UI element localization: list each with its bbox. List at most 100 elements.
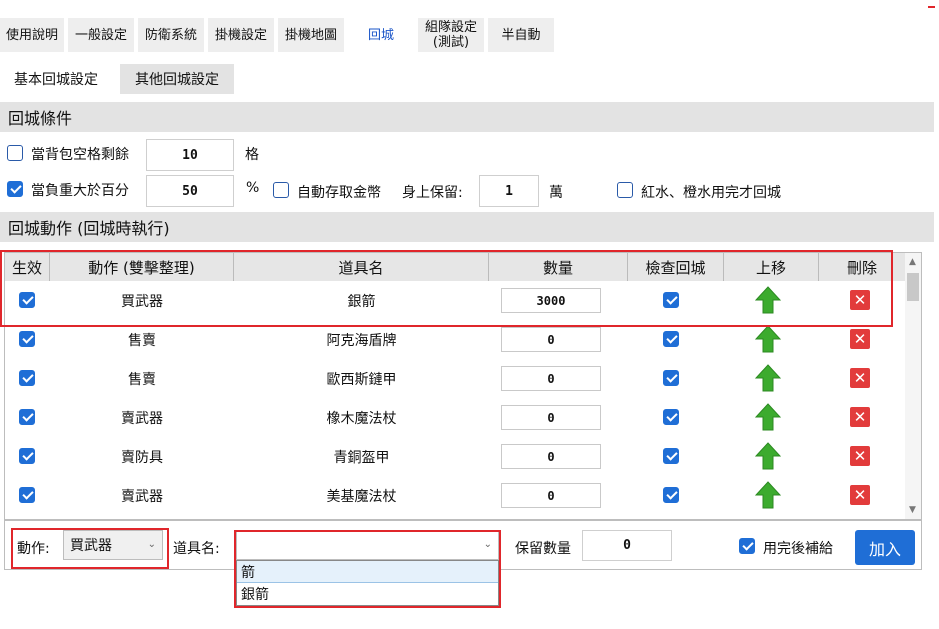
arrow-up-icon[interactable] — [755, 325, 781, 353]
row-action: 售賣 — [128, 332, 156, 349]
action-select[interactable]: 買武器 ⌄ — [63, 530, 163, 560]
delete-icon[interactable]: ✕ — [850, 446, 870, 466]
bag-input[interactable]: 10 — [146, 139, 234, 171]
add-button[interactable]: 加入 — [855, 530, 915, 565]
arrow-up-icon[interactable] — [755, 442, 781, 470]
row-enabled-checkbox[interactable] — [19, 448, 35, 464]
auto-gold-label: 自動存取金幣 — [297, 185, 381, 201]
row-check-return-checkbox[interactable] — [663, 409, 679, 425]
row-item: 橡木魔法杖 — [326, 410, 397, 427]
row-item: 銀箭 — [347, 293, 376, 310]
item-label: 道具名: — [173, 541, 220, 557]
weight-unit: % — [246, 180, 260, 196]
row-enabled-checkbox[interactable] — [19, 370, 35, 386]
delete-icon[interactable]: ✕ — [850, 290, 870, 310]
actions-table: 生效 動作 (雙擊整理) 道具名 數量 檢查回城 上移 刪除 買武器 銀箭 3000… — [4, 252, 922, 520]
row-enabled-checkbox[interactable] — [19, 487, 35, 503]
table-row[interactable]: 售賣 阿克海盾牌 0 ✕ — [5, 320, 905, 359]
tab-help[interactable]: 使用說明 — [0, 18, 64, 52]
arrow-up-icon[interactable] — [755, 481, 781, 509]
auto-gold-checkbox[interactable] — [273, 182, 289, 198]
col-delete: 刪除 — [846, 258, 877, 277]
tab-return-town[interactable]: 回城 — [348, 18, 414, 52]
col-item: 道具名 — [234, 253, 489, 281]
row-check-return-checkbox[interactable] — [663, 370, 679, 386]
scroll-up-icon[interactable]: ▲ — [909, 257, 916, 267]
row-check-return-checkbox[interactable] — [663, 487, 679, 503]
table-scrollbar[interactable]: ▲ ▼ — [905, 253, 921, 519]
chevron-down-icon: ⌄ — [147, 539, 156, 550]
bag-checkbox[interactable] — [7, 145, 23, 161]
actions-header: 回城動作 (回城時執行) — [0, 212, 934, 242]
tab-general[interactable]: 一般設定 — [68, 18, 134, 52]
arrow-up-icon[interactable] — [755, 403, 781, 431]
table-row[interactable]: 賣防具 青銅盔甲 0 ✕ — [5, 437, 905, 476]
delete-icon[interactable]: ✕ — [850, 368, 870, 388]
scroll-thumb[interactable] — [907, 273, 919, 301]
potion-checkbox[interactable] — [617, 182, 633, 198]
row-item: 阿克海盾牌 — [326, 332, 397, 349]
chevron-down-icon: ⌄ — [483, 539, 492, 550]
item-dropdown-list: 箭 銀箭 — [236, 560, 499, 606]
bag-unit: 格 — [245, 147, 259, 163]
row-check-return-checkbox[interactable] — [663, 292, 679, 308]
bag-label: 當背包空格剩餘 — [31, 147, 129, 163]
table-row[interactable]: 賣武器 橡木魔法杖 0 ✕ — [5, 398, 905, 437]
dropdown-option[interactable]: 銀箭 — [237, 583, 498, 605]
arrow-up-icon[interactable] — [755, 364, 781, 392]
item-select[interactable]: ⌄ — [236, 530, 499, 560]
weight-input[interactable]: 50 — [146, 175, 234, 207]
row-check-return-checkbox[interactable] — [663, 331, 679, 347]
col-action[interactable]: 動作 (雙擊整理) — [50, 253, 234, 281]
row-action: 賣武器 — [121, 488, 163, 505]
table-header: 生效 動作 (雙擊整理) 道具名 數量 檢查回城 上移 刪除 — [5, 253, 905, 281]
delete-icon[interactable]: ✕ — [850, 329, 870, 349]
tab-semi-auto[interactable]: 半自動 — [488, 18, 554, 52]
row-item: 青銅盔甲 — [333, 449, 390, 466]
subtab-other[interactable]: 其他回城設定 — [120, 64, 234, 94]
row-qty-input[interactable]: 3000 — [501, 288, 601, 313]
weight-label: 當負重大於百分 — [31, 183, 129, 199]
keep-label: 身上保留: — [402, 185, 463, 201]
close-mark — [928, 6, 935, 8]
row-enabled-checkbox[interactable] — [19, 331, 35, 347]
subtab-basic[interactable]: 基本回城設定 — [0, 64, 112, 94]
row-item: 歐西斯鏈甲 — [326, 371, 397, 388]
row-enabled-checkbox[interactable] — [19, 292, 35, 308]
row-qty-input[interactable]: 0 — [501, 327, 601, 352]
tab-afk-settings[interactable]: 掛機設定 — [208, 18, 274, 52]
table-row[interactable]: 買武器 銀箭 3000 ✕ — [5, 281, 905, 320]
table-row[interactable]: 售賣 歐西斯鏈甲 0 ✕ — [5, 359, 905, 398]
weight-checkbox[interactable] — [7, 181, 23, 197]
row-check-return-checkbox[interactable] — [663, 448, 679, 464]
delete-icon[interactable]: ✕ — [850, 407, 870, 427]
action-label: 動作: — [17, 541, 50, 557]
row-action: 買武器 — [121, 293, 163, 310]
scroll-down-icon[interactable]: ▼ — [909, 505, 916, 515]
row-qty-input[interactable]: 0 — [501, 366, 601, 391]
col-move-up: 上移 — [724, 253, 819, 281]
refill-checkbox[interactable] — [739, 538, 755, 554]
keep-input[interactable]: 1 — [479, 175, 539, 207]
dropdown-option[interactable]: 箭 — [237, 561, 498, 583]
tab-defense[interactable]: 防衛系統 — [138, 18, 204, 52]
row-action: 賣防具 — [121, 449, 163, 466]
keep-qty-input[interactable]: 0 — [582, 530, 672, 561]
tab-afk-map[interactable]: 掛機地圖 — [278, 18, 344, 52]
col-check-return: 檢查回城 — [628, 253, 724, 281]
keep-qty-label: 保留數量 — [515, 541, 571, 557]
row-qty-input[interactable]: 0 — [501, 444, 601, 469]
row-qty-input[interactable]: 0 — [501, 405, 601, 430]
action-select-value: 買武器 — [70, 538, 112, 554]
row-enabled-checkbox[interactable] — [19, 409, 35, 425]
refill-label: 用完後補給 — [763, 541, 833, 557]
arrow-up-icon[interactable] — [755, 286, 781, 314]
conditions-header: 回城條件 — [0, 102, 934, 132]
row-qty-input[interactable]: 0 — [501, 483, 601, 508]
table-row[interactable]: 賣武器 美基魔法杖 0 ✕ — [5, 476, 905, 515]
tab-party[interactable]: 組隊設定 (測試) — [418, 18, 484, 52]
col-enabled: 生效 — [5, 253, 50, 281]
keep-unit: 萬 — [549, 185, 563, 201]
potion-label: 紅水、橙水用完才回城 — [641, 185, 781, 201]
delete-icon[interactable]: ✕ — [850, 485, 870, 505]
